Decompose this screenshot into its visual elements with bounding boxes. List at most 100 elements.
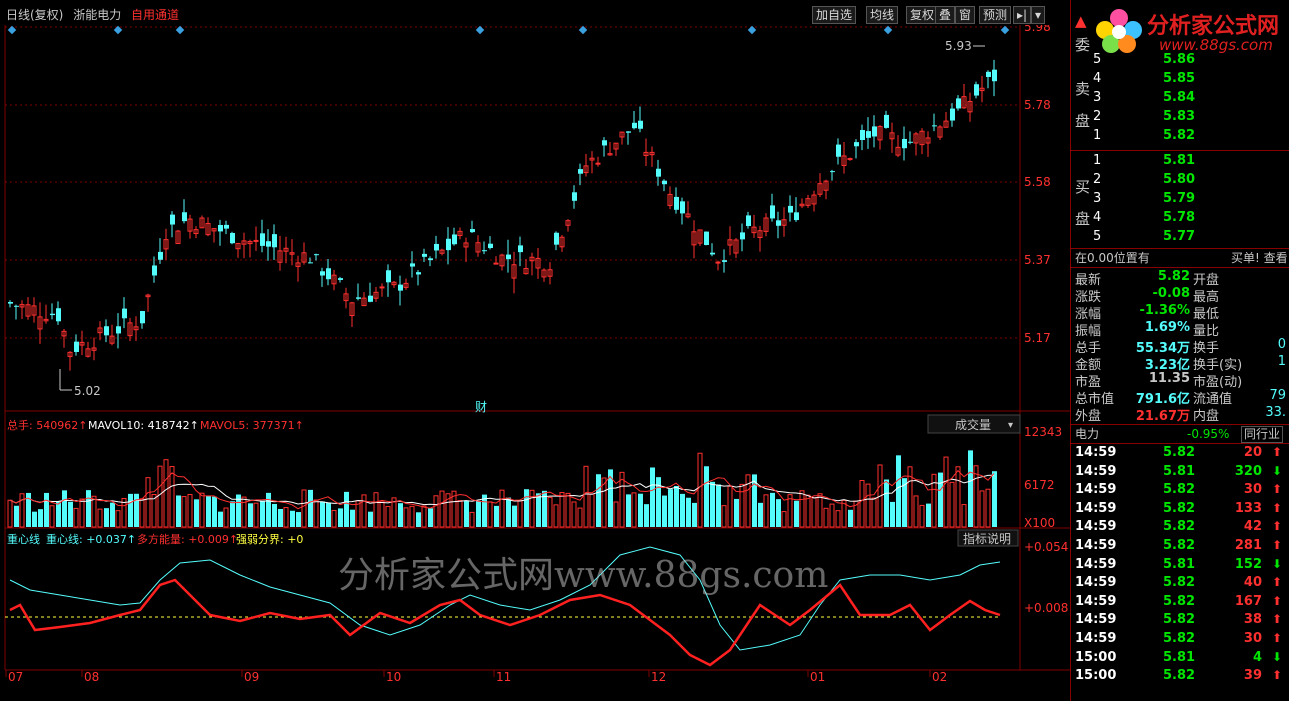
candle-body-down <box>314 254 319 256</box>
volume-bar-down <box>44 492 49 527</box>
volume-bar-down <box>32 511 37 527</box>
volume-bar-down <box>680 493 685 527</box>
candle-body-down <box>260 233 265 246</box>
tick-time: 14:59 <box>1075 538 1117 553</box>
quote-row: 总市值 791.6亿 流通值 79 <box>1071 388 1289 407</box>
position-line: 在0.00位置有 买单! 查看 <box>1071 249 1289 267</box>
channel-tag[interactable]: 自用通道 <box>131 8 179 22</box>
arrow-up-icon: ⬆ <box>1271 482 1282 497</box>
add-watchlist-button[interactable]: 加自选 <box>812 6 857 24</box>
candle-body-down <box>482 250 487 252</box>
volume-bar-up <box>517 500 523 528</box>
arrow-up-icon: ⬆ <box>1271 519 1282 534</box>
volume-bar-up <box>613 501 619 528</box>
volume-dropdown[interactable]: 成交量 ▾ <box>927 414 1021 434</box>
tick-row: 15:00 5.82 39 ⬆ <box>1071 668 1289 686</box>
volume-bar-down <box>398 503 403 527</box>
candle-body-down <box>320 271 325 276</box>
date-tick-label: 01 <box>810 670 825 684</box>
volume-bar-up <box>571 501 577 528</box>
volume-bar-up <box>433 495 439 528</box>
orderbook-buy-price: 5.78 <box>1163 210 1196 225</box>
volume-bar-down <box>248 503 253 527</box>
orderbook-sell-price: 5.86 <box>1163 52 1196 67</box>
tick-row: 14:59 5.82 30 ⬆ <box>1071 482 1289 500</box>
orderbook-buy-price: 5.81 <box>1163 153 1196 168</box>
price-annotations: 5.02 5.93 财 <box>59 39 985 414</box>
window-button[interactable]: 窗 <box>955 6 976 24</box>
date-tick-label: 10 <box>386 670 401 684</box>
volume-bar-up <box>19 493 25 528</box>
candle-body-down <box>704 231 709 245</box>
candle-body-down <box>884 114 889 128</box>
tick-price: 5.82 <box>1163 612 1196 628</box>
candle-body-down <box>788 205 793 213</box>
sector-change: -0.95% <box>1187 427 1230 441</box>
volume-bar-up <box>49 505 55 528</box>
arrow-up-icon: ⬆ <box>1271 668 1282 683</box>
volume-bar-down <box>62 490 67 527</box>
finance-event-marker[interactable]: 财 <box>475 400 487 414</box>
volume-bar-down <box>212 496 217 527</box>
volume-bar-up <box>817 493 823 528</box>
volume-bar-down <box>104 508 109 527</box>
indicator-help-button[interactable]: 指标说明 <box>957 529 1019 547</box>
date-tick-label: 12 <box>651 670 666 684</box>
volume-bar-up <box>487 501 493 528</box>
adjust-price-button[interactable]: 复权 <box>906 6 939 24</box>
candle-body-down <box>794 212 799 221</box>
candle-body-down <box>932 125 937 127</box>
volume-dropdown-label: 成交量 <box>955 417 991 432</box>
chevron-down-icon[interactable]: ▾ <box>1031 6 1046 24</box>
volume-bar-down <box>278 508 283 527</box>
date-tick-label: 07 <box>8 670 23 684</box>
arrow-up-icon: ⬆ <box>1271 593 1282 608</box>
indicator-line2-label: 多方能量: +0.009↑ <box>137 532 238 546</box>
tick-volume: 30 <box>1243 482 1262 498</box>
volume-bar-down <box>350 509 355 527</box>
orderbook-buy-row: 4 5.78 <box>1071 210 1289 228</box>
arrow-up-icon: ⬆ <box>1271 575 1282 590</box>
candle-body-down <box>770 205 775 219</box>
moving-average-button[interactable]: 均线 <box>866 6 899 24</box>
jump-end-icon[interactable]: ▸| <box>1013 6 1032 24</box>
arrow-down-icon: ⬇ <box>1271 463 1282 478</box>
tick-price: 5.82 <box>1163 631 1196 646</box>
candle-body-down <box>956 98 961 109</box>
candle-body-down <box>572 192 577 201</box>
volume-bar-down <box>692 502 697 527</box>
volume-bar-down <box>230 501 235 527</box>
tick-volume: 20 <box>1243 445 1262 460</box>
kline-chart-area[interactable]: 5.98 5.78 5.58 5.37 5.17 5.02 5.93 财 总手: 540… <box>0 25 1070 701</box>
volume-bar-down <box>674 486 679 527</box>
volume-bar-down <box>134 493 139 527</box>
volume-bar-up <box>97 508 103 528</box>
candle-body-up <box>379 286 385 289</box>
volume-bar-up <box>871 497 877 528</box>
info-markers[interactable] <box>7 25 1010 35</box>
tick-volume: 40 <box>1243 575 1262 591</box>
tick-price: 5.81 <box>1163 556 1196 572</box>
stock-name: 浙能电力 <box>73 8 122 22</box>
orderbook-buy-row: 5 5.77 <box>1071 229 1289 247</box>
volume-bar-down <box>290 510 295 527</box>
tick-row: 14:59 5.82 40 ⬆ <box>1071 575 1289 593</box>
forecast-button[interactable]: 预测 <box>979 6 1012 24</box>
position-right-text[interactable]: 买单! 查看 <box>1231 249 1288 267</box>
same-industry-button[interactable]: 同行业 <box>1241 426 1284 443</box>
overlay-button[interactable]: 叠 <box>935 6 956 24</box>
volume-bar-up <box>913 495 919 528</box>
volume-bar-up <box>151 494 157 528</box>
tick-time: 15:00 <box>1075 668 1117 684</box>
volume-bar-down <box>218 511 223 527</box>
volume-bar-down <box>68 501 73 527</box>
volume-header: 总手: 540962↑ MAVOL10: 418742↑ MAVOL5: 377… <box>7 418 304 432</box>
orderbook-buy-price: 5.77 <box>1163 229 1196 244</box>
tick-price: 5.81 <box>1163 649 1196 665</box>
orderbook-buy-level: 3 <box>1093 191 1102 206</box>
candle-body-down <box>836 144 841 157</box>
volume-bar-down <box>464 500 469 527</box>
candle-body-down <box>854 142 859 147</box>
tick-volume: 167 <box>1234 593 1262 609</box>
candle-body-down <box>140 311 145 324</box>
